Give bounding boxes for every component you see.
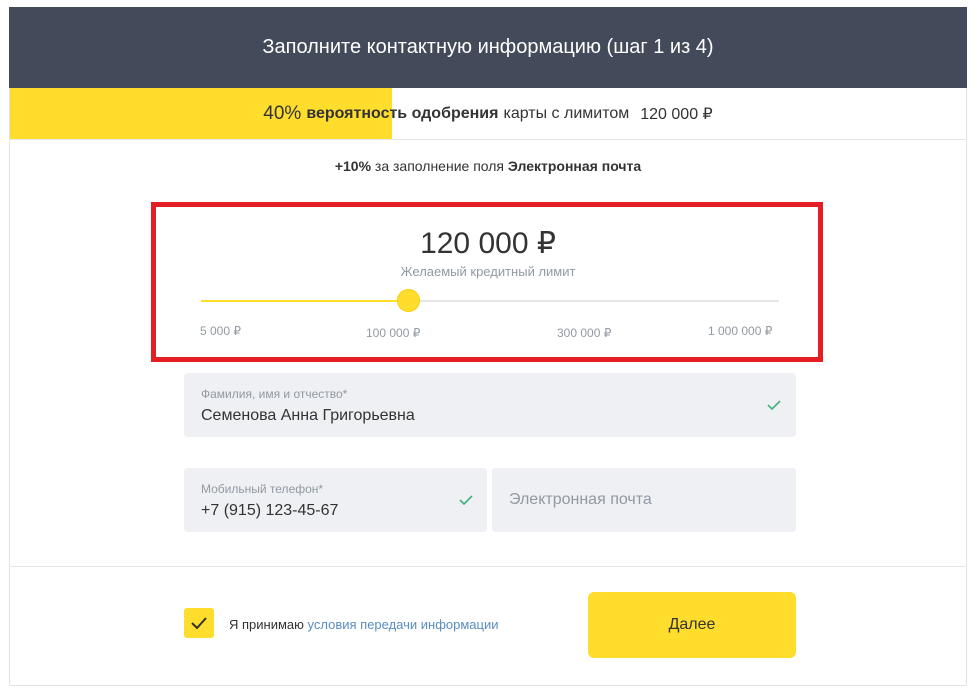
bonus-field: Электронная почта [507, 158, 642, 174]
approval-text: карты с лимитом [503, 104, 630, 122]
consent-terms-link[interactable]: условия передачи информации [308, 617, 499, 632]
approval-percent: 40% [263, 102, 302, 124]
bonus-text: за заполнение поля [374, 158, 505, 174]
limit-tick-100k: 100 000 ₽ [366, 326, 421, 340]
checkmark-icon [191, 617, 207, 629]
page-header: Заполните контактную информацию (шаг 1 и… [9, 7, 967, 88]
next-button[interactable]: Далее [588, 592, 796, 658]
phone-field[interactable]: Мобильный телефон* +7 (915) 123-45-67 [184, 468, 487, 532]
approval-probability-text: 40% вероятность одобрения карты с лимито… [10, 88, 966, 139]
approval-bold-text: вероятность одобрения [306, 104, 499, 122]
section-divider [10, 566, 966, 567]
full-name-value[interactable]: Семенова Анна Григорьевна [201, 407, 415, 425]
limit-slider-fill [201, 300, 408, 302]
limit-amount: 120 000 ₽ [420, 227, 556, 260]
approval-amount: 120 000 ₽ [640, 105, 713, 123]
consent-checkbox[interactable] [184, 608, 214, 638]
page-title: Заполните контактную информацию (шаг 1 и… [262, 36, 714, 58]
full-name-label: Фамилия, имя и отчество* [201, 387, 348, 401]
bonus-hint: +10% за заполнение поля Электронная почт… [10, 158, 966, 174]
limit-tick-max: 1 000 000 ₽ [708, 324, 773, 338]
consent-label: Я принимаю [229, 617, 304, 632]
email-field[interactable]: Электронная почта [492, 468, 796, 532]
bonus-plus: +10% [334, 158, 372, 174]
approval-probability-bar: 40% вероятность одобрения карты с лимито… [10, 88, 966, 140]
phone-value[interactable]: +7 (915) 123-45-67 [201, 502, 338, 520]
limit-tick-min: 5 000 ₽ [200, 324, 241, 338]
consent-text: Я принимаю условия передачи информации [229, 617, 499, 632]
phone-label: Мобильный телефон* [201, 482, 324, 496]
email-placeholder: Электронная почта [509, 491, 652, 508]
check-icon [459, 495, 473, 505]
limit-slider-thumb[interactable] [397, 289, 420, 312]
form-card: 40% вероятность одобрения карты с лимито… [9, 88, 967, 686]
check-icon [767, 400, 781, 410]
limit-slider[interactable] [201, 289, 779, 312]
full-name-field[interactable]: Фамилия, имя и отчество* Семенова Анна Г… [184, 373, 796, 437]
limit-caption: Желаемый кредитный лимит [400, 264, 576, 279]
limit-tick-300k: 300 000 ₽ [557, 326, 612, 340]
